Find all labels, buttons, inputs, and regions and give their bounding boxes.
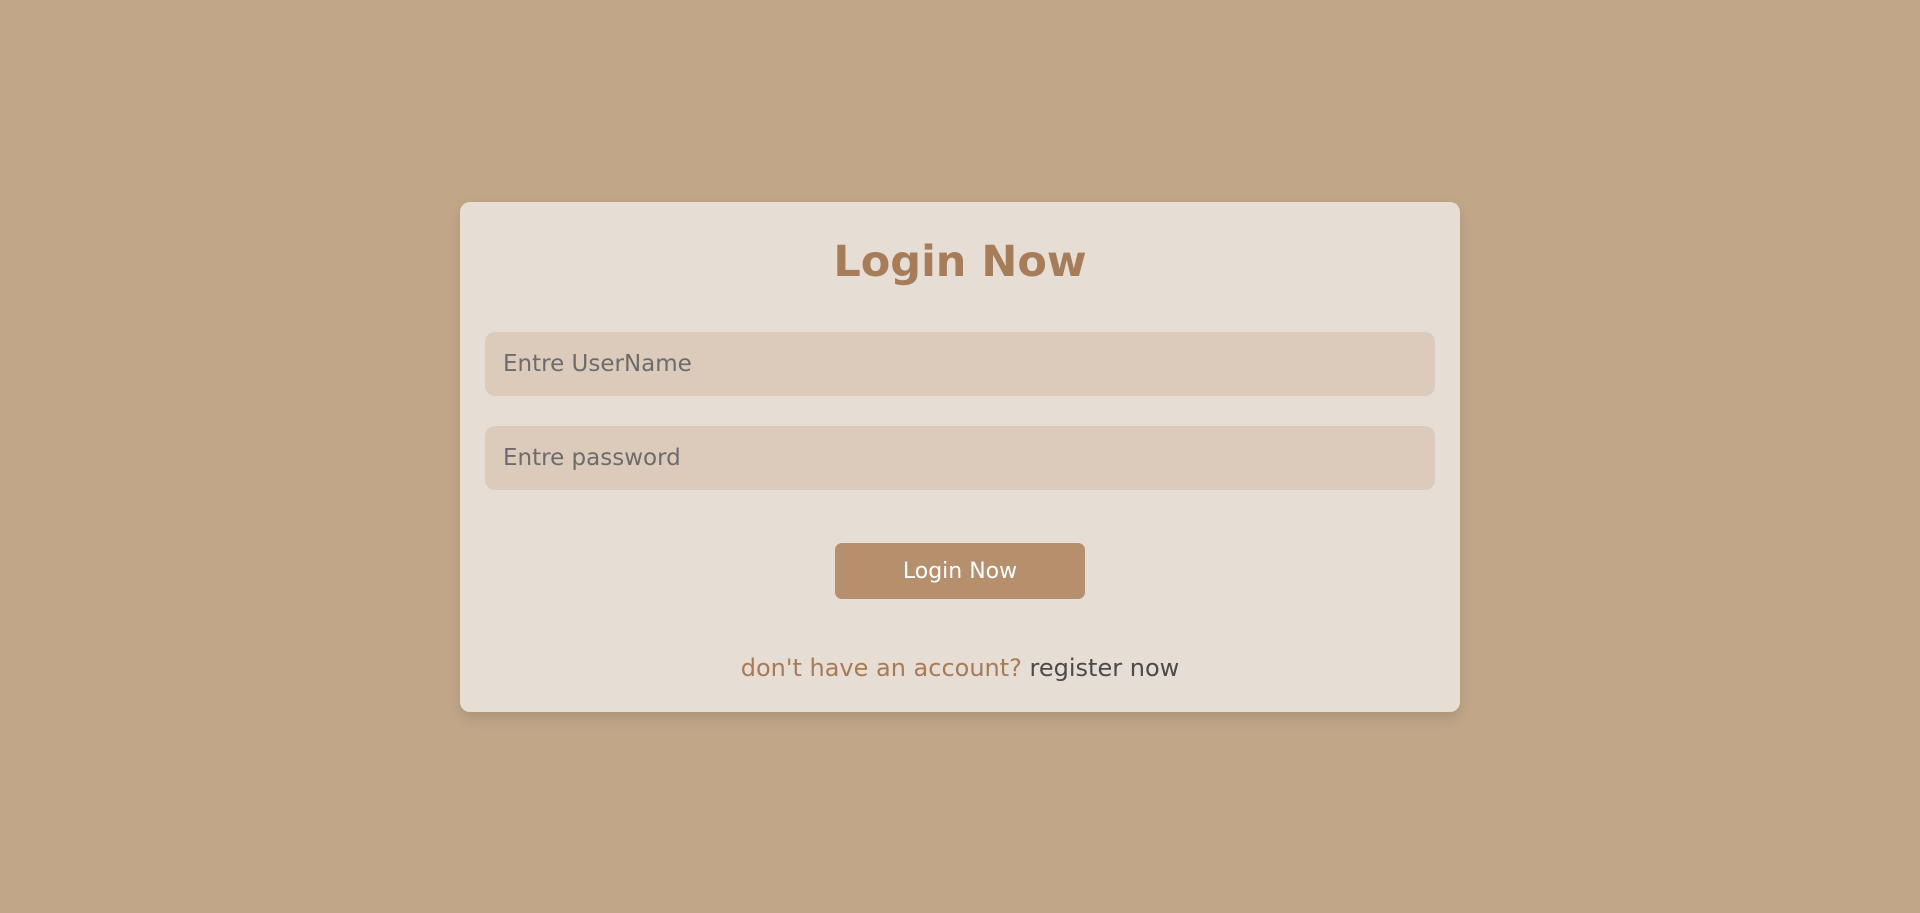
register-prompt: don't have an account? [740,654,1022,682]
login-title: Login Now [833,237,1087,287]
register-link[interactable]: register now [1030,654,1180,682]
login-card: Login Now Login Now don't have an accoun… [460,202,1460,712]
register-line: don't have an account? register now [460,650,1460,686]
password-input[interactable] [485,426,1435,490]
login-button[interactable]: Login Now [835,543,1085,599]
username-input[interactable] [485,332,1435,396]
